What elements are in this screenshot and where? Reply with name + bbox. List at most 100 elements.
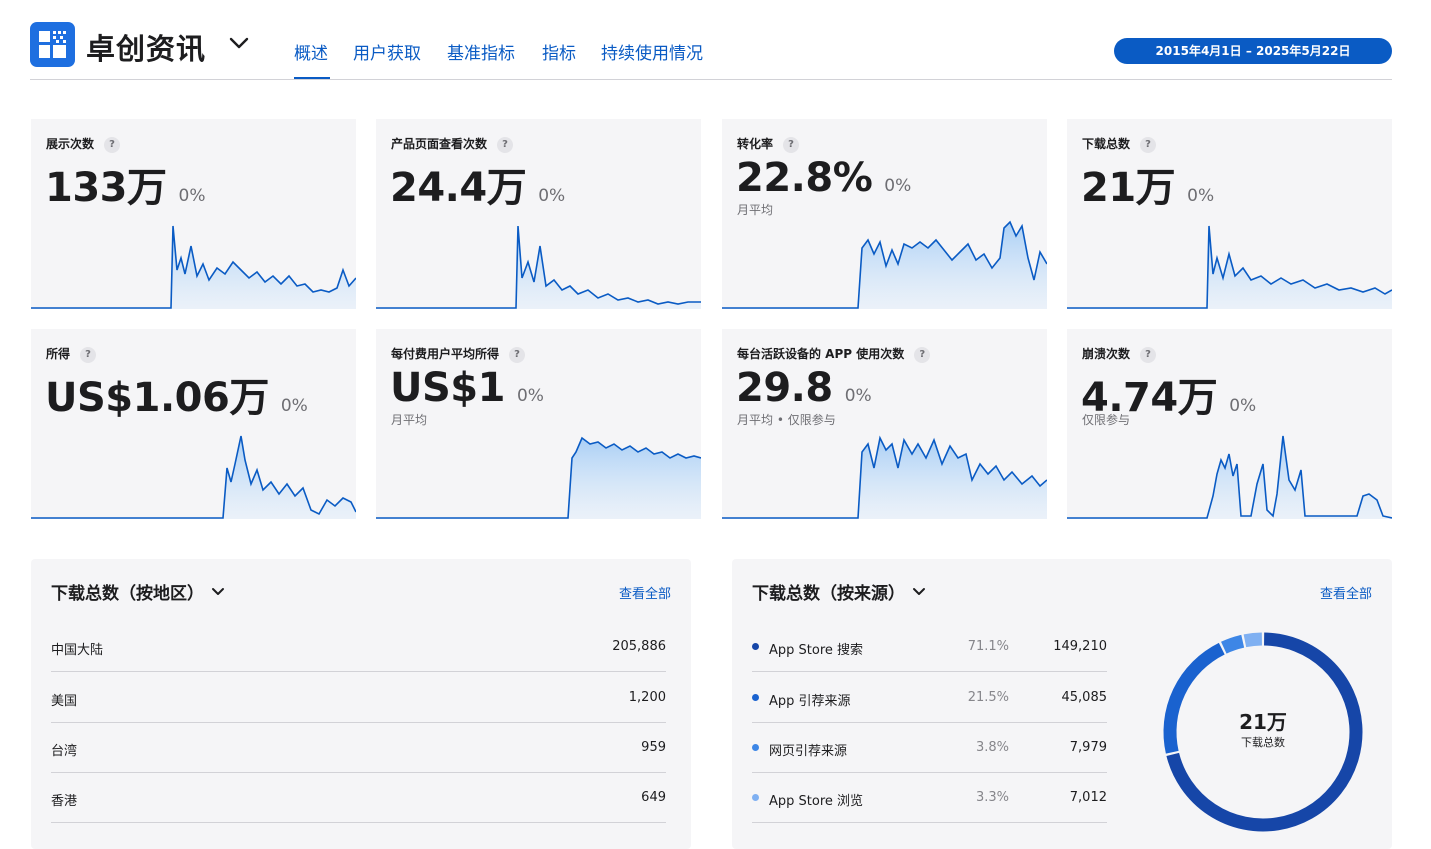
metric-delta: 0% [844, 386, 872, 406]
help-icon[interactable]: ? [509, 347, 526, 363]
metric-delta: 0% [1229, 396, 1257, 416]
downloads-source-donut-chart: 21万 下载总数 [1163, 632, 1363, 832]
active-tab-indicator [294, 77, 330, 79]
date-range-picker[interactable]: 2015年4月1日 – 2025年5月22日 [1114, 38, 1392, 64]
source-name: App Store 浏览 [769, 794, 864, 809]
metric-delta: 0% [884, 176, 912, 196]
metric-label: 转化率 [737, 137, 774, 151]
metric-value: US$1 [390, 365, 505, 411]
sparkline-chart [31, 225, 356, 309]
sparkline-chart [722, 435, 1047, 519]
table-row[interactable]: 网页引荐来源 3.8% 7,979 [752, 722, 1107, 773]
region-value: 205,886 [612, 639, 666, 654]
donut-segment[interactable] [1221, 634, 1245, 654]
app-logo-icon [30, 22, 75, 67]
donut-total-label: 下载总数 [1241, 735, 1285, 749]
table-row[interactable]: 香港 649 [51, 772, 666, 823]
metric-card-crashes[interactable]: 崩溃次数? 4.74万 0% 仅限参与 [1067, 329, 1392, 519]
region-name: 香港 [51, 794, 78, 809]
view-all-link[interactable]: 查看全部 [1320, 583, 1372, 602]
source-pct: 21.5% [967, 690, 1009, 705]
metric-delta: 0% [516, 386, 544, 406]
source-value: 7,979 [1069, 740, 1107, 755]
metric-value: 133万 [45, 165, 167, 211]
metric-card-arppu[interactable]: 每付费用户平均所得? US$1 0% 月平均 [376, 329, 701, 519]
source-pct: 71.1% [967, 639, 1009, 654]
help-icon[interactable]: ? [497, 137, 514, 153]
tab-overview[interactable]: 概述 [294, 39, 328, 64]
region-value: 1,200 [628, 690, 666, 705]
metric-delta: 0% [178, 186, 206, 206]
table-row[interactable]: App Store 浏览 3.3% 7,012 [752, 772, 1107, 823]
table-row[interactable]: 台湾 959 [51, 722, 666, 773]
chevron-down-icon[interactable] [911, 584, 927, 600]
donut-segment[interactable] [1163, 642, 1225, 754]
sparkline-chart [31, 435, 356, 519]
tab-user-acquisition[interactable]: 用户获取 [353, 39, 421, 64]
metric-value: 21万 [1081, 165, 1176, 211]
metric-value: 22.8% [736, 155, 873, 201]
source-name: App 引荐来源 [769, 694, 851, 709]
sparkline-chart [1067, 435, 1392, 519]
downloads-by-region-panel: 下载总数（按地区） 查看全部 中国大陆 205,886 美国 1,200 台湾 … [31, 559, 691, 849]
sparkline-chart [1067, 225, 1392, 309]
source-name: 网页引荐来源 [769, 744, 848, 759]
metric-delta: 0% [1187, 186, 1215, 206]
donut-total-value: 21万 [1239, 710, 1287, 734]
region-value: 959 [641, 740, 666, 755]
table-row[interactable]: App 引荐来源 21.5% 45,085 [752, 672, 1107, 723]
metric-value: 29.8 [736, 365, 833, 411]
metric-card-proceeds[interactable]: 所得? US$1.06万 0% [31, 329, 356, 519]
help-icon[interactable]: ? [1140, 347, 1157, 363]
table-row[interactable]: 美国 1,200 [51, 672, 666, 723]
source-name: App Store 搜索 [769, 643, 864, 658]
legend-dot [752, 694, 759, 701]
metric-card-sessions-per-device[interactable]: 每台活跃设备的 APP 使用次数? 29.8 0% 月平均 • 仅限参与 [722, 329, 1047, 519]
table-row[interactable]: App Store 搜索 71.1% 149,210 [752, 621, 1107, 672]
region-name: 中国大陆 [51, 643, 104, 658]
table-row[interactable]: 中国大陆 205,886 [51, 621, 666, 672]
region-panel-title[interactable]: 下载总数（按地区） [51, 579, 226, 604]
help-icon[interactable]: ? [80, 347, 97, 363]
app-name[interactable]: 卓创资讯 [86, 26, 206, 68]
sparkline-chart [376, 436, 701, 519]
help-icon[interactable]: ? [104, 137, 121, 153]
tab-retention[interactable]: 持续使用情况 [601, 39, 703, 64]
legend-dot [752, 643, 759, 650]
help-icon[interactable]: ? [783, 137, 800, 153]
metric-label: 下载总数 [1082, 137, 1131, 151]
metric-label: 崩溃次数 [1082, 347, 1131, 361]
donut-segment[interactable] [1243, 632, 1263, 648]
chevron-down-icon[interactable] [210, 584, 226, 600]
legend-dot [752, 794, 759, 801]
region-name: 台湾 [51, 744, 78, 759]
metric-card-product-page-views[interactable]: 产品页面查看次数? 24.4万 0% [376, 119, 701, 309]
metric-label: 产品页面查看次数 [391, 137, 488, 151]
chevron-down-icon[interactable] [228, 32, 250, 54]
metric-label: 所得 [46, 347, 71, 361]
metric-card-total-downloads[interactable]: 下载总数? 21万 0% [1067, 119, 1392, 309]
tab-metrics[interactable]: 指标 [542, 39, 576, 64]
source-panel-title[interactable]: 下载总数（按来源） [752, 579, 927, 604]
source-pct: 3.3% [975, 790, 1009, 805]
metric-value: US$1.06万 [45, 375, 269, 421]
help-icon[interactable]: ? [914, 347, 931, 363]
region-name: 美国 [51, 694, 78, 709]
metric-card-conversion-rate[interactable]: 转化率? 22.8% 0% 月平均 [722, 119, 1047, 309]
metric-label: 展示次数 [46, 137, 95, 151]
metric-delta: 0% [280, 396, 308, 416]
view-all-link[interactable]: 查看全部 [619, 583, 671, 602]
metric-card-impressions[interactable]: 展示次数? 133万 0% [31, 119, 356, 309]
source-value: 7,012 [1069, 790, 1107, 805]
sparkline-chart [722, 220, 1047, 309]
source-value: 149,210 [1053, 639, 1107, 654]
legend-dot [752, 744, 759, 751]
metric-label: 每付费用户平均所得 [391, 347, 500, 361]
help-icon[interactable]: ? [1140, 137, 1157, 153]
sparkline-chart [376, 225, 701, 309]
metric-value: 24.4万 [390, 165, 527, 211]
source-value: 45,085 [1061, 690, 1108, 705]
region-value: 649 [641, 790, 666, 805]
metric-delta: 0% [538, 186, 566, 206]
tab-benchmarks[interactable]: 基准指标 [447, 39, 515, 64]
